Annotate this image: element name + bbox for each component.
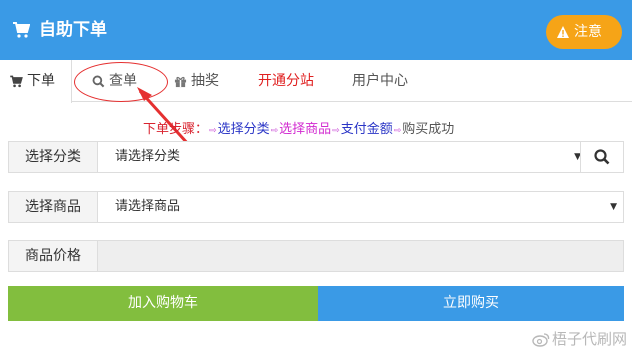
category-select[interactable]: 请选择分类 ▼ [97,141,588,173]
price-row: 商品价格 [8,240,624,272]
product-row: 选择商品 请选择商品 ▼ [8,191,624,223]
watermark-text: 梧子代刷网 [552,330,628,348]
step-arrow-icon: ⇨ [209,126,217,136]
price-label: 商品价格 [8,240,98,272]
step-4: 购买成功 [402,122,455,137]
step-2: 选择商品 [279,122,332,137]
add-to-cart-button[interactable]: 加入购物车 [8,286,318,321]
product-select[interactable]: 请选择商品 ▼ [97,191,624,223]
product-select-value: 请选择商品 [115,199,181,214]
steps-prefix: 下单步骤： [143,122,209,137]
chevron-down-icon: ▼ [610,202,617,212]
step-arrow-icon: ⇨ [393,126,402,136]
search-icon [594,149,610,165]
category-select-value: 请选择分类 [115,149,181,164]
search-button[interactable] [580,141,624,173]
weibo-icon [532,333,550,347]
step-3: 支付金额 [340,122,393,137]
order-steps: 下单步骤：⇨选择分类⇨选择商品⇨支付金额⇨购买成功 [143,121,454,140]
product-label: 选择商品 [8,191,98,223]
step-arrow-icon: ⇨ [270,126,279,136]
step-1: 选择分类 [217,122,270,137]
watermark: 梧子代刷网 [532,328,627,349]
category-row: 选择分类 请选择分类 ▼ [8,141,624,173]
category-label: 选择分类 [8,141,98,173]
step-arrow-icon: ⇨ [332,126,340,136]
price-field [97,240,624,272]
buy-now-button[interactable]: 立即购买 [318,286,624,321]
